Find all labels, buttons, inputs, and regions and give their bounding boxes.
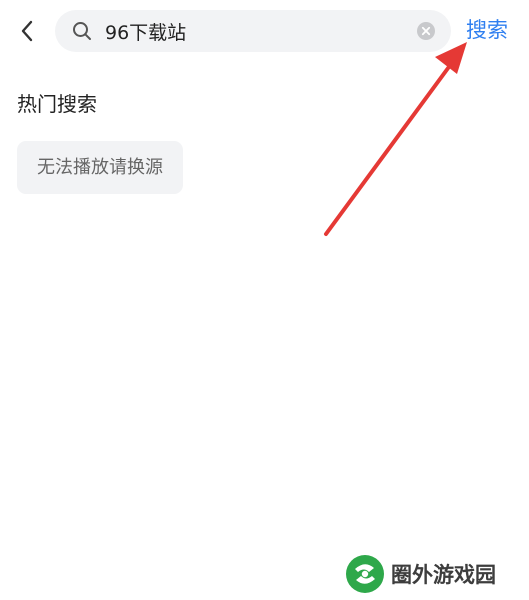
search-submit-button[interactable]: 搜索 — [466, 15, 508, 45]
hot-search-tag[interactable]: 无法播放请换源 — [17, 141, 183, 194]
search-box[interactable] — [55, 10, 451, 52]
search-input[interactable] — [105, 10, 405, 52]
arrow-shaft — [324, 58, 456, 236]
search-icon — [73, 22, 91, 40]
watermark-text: 圈外游戏园 — [391, 563, 496, 587]
search-header: 搜索 — [0, 0, 529, 64]
watermark-logo-icon — [346, 555, 384, 593]
hot-search-title: 热门搜索 — [17, 92, 97, 116]
back-button[interactable] — [14, 18, 40, 44]
watermark: 圈外游戏园 — [345, 553, 496, 595]
clear-icon[interactable] — [417, 22, 435, 40]
chevron-left-icon — [21, 20, 33, 42]
